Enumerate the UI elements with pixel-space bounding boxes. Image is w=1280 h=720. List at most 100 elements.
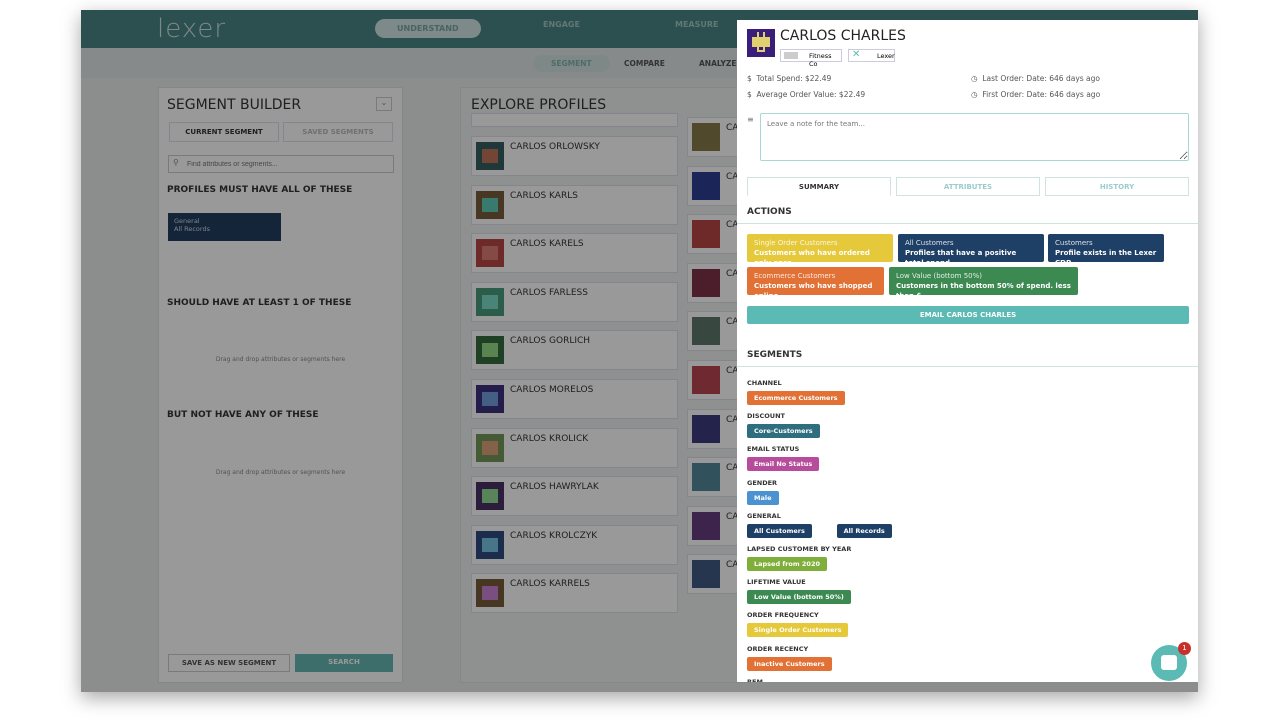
segment-group-label: LIFETIME VALUE	[747, 578, 806, 587]
action-title: Low Value (bottom 50%)	[896, 272, 983, 280]
divider	[737, 366, 1198, 367]
aov-text: Average Order Value: $22.49	[756, 90, 866, 99]
subnav-compare[interactable]: COMPARE	[624, 59, 665, 68]
segment-pill[interactable]: Core-Customers	[747, 424, 820, 439]
nav-understand[interactable]: UNDERSTAND	[375, 19, 481, 38]
action-card[interactable]: Customers Profile exists in the Lexer CDP	[1048, 234, 1164, 267]
profile-card[interactable]: CARLOS HAWRYLAK	[471, 476, 678, 517]
first-order-text: First Order: Date: 646 days ago	[982, 90, 1101, 99]
profile-avatar	[692, 123, 720, 151]
subnav-segment[interactable]: SEGMENT	[533, 55, 610, 72]
segment-group-label: RFM	[747, 677, 763, 682]
profile-avatar	[692, 414, 720, 443]
subnav-analyze[interactable]: ANALYZE	[699, 59, 737, 68]
tab-saved-segments[interactable]: SAVED SEGMENTS	[283, 122, 393, 142]
profile-avatar	[476, 482, 504, 511]
segment-pill[interactable]: Lapsed from 2020	[747, 557, 827, 571]
action-title: Customers	[1055, 239, 1093, 247]
profile-card[interactable]: CARLOS KARLS	[471, 184, 678, 225]
segment-pill[interactable]: Inactive Customers	[747, 656, 832, 671]
segment-pill[interactable]: All Customers	[747, 523, 812, 538]
profile-name: CARLOS GORLICH	[510, 336, 591, 347]
search-button[interactable]: SEARCH	[295, 654, 393, 672]
profile-card[interactable]: CARLOS ORLOWSKY	[471, 136, 678, 176]
nav-measure[interactable]: MEASURE	[675, 20, 719, 29]
action-desc: Profile exists in the Lexer CDP	[1055, 249, 1157, 267]
profile-avatar	[476, 530, 504, 559]
profile-avatar	[476, 579, 504, 608]
segment-group-label: DISCOUNT	[747, 412, 785, 421]
source-lexer[interactable]: ✕ Lexer	[848, 49, 895, 62]
profile-avatar	[476, 385, 504, 413]
profile-card[interactable]: CARLOS KROLICK	[471, 427, 678, 468]
action-card[interactable]: Low Value (bottom 50%) Customers in the b…	[889, 267, 1078, 300]
source-label: Fitness Co	[809, 52, 832, 68]
tab-current-segment[interactable]: CURRENT SEGMENT	[169, 122, 279, 142]
profile-name: CARLOS KARLS	[510, 190, 578, 201]
segment-pill[interactable]: Male	[747, 490, 779, 505]
dollar-icon: $	[747, 90, 755, 99]
action-card[interactable]: All Customers Profiles that have a positi…	[898, 234, 1044, 267]
note-icon: ≡	[747, 115, 754, 124]
profile-card-partial[interactable]	[471, 113, 678, 127]
must-chip[interactable]: General All Records	[168, 213, 281, 241]
profile-avatar	[692, 511, 720, 540]
chat-icon	[1161, 655, 1177, 670]
source-label: Lexer	[877, 52, 895, 60]
segment-pill[interactable]: Email No Status	[747, 457, 820, 472]
chat-button[interactable]: 1	[1151, 642, 1191, 681]
segment-pill[interactable]: Ecommerce Customers	[747, 391, 845, 405]
profile-name: CARLOS MORELOS	[510, 385, 594, 395]
profile-card[interactable]: CARLOS KARELS	[471, 233, 678, 274]
segment-group-label: ORDER RECENCY	[747, 644, 809, 653]
profile-avatar	[476, 239, 504, 268]
profile-card[interactable]: CARLOS KROLCZYK	[471, 524, 678, 565]
profile-name: CARLOS HAWRYLAK	[510, 482, 599, 493]
profile-avatar	[476, 287, 504, 316]
save-as-new-segment-button[interactable]: SAVE AS NEW SEGMENT	[168, 654, 290, 672]
segment-builder-title: SEGMENT BUILDER	[167, 97, 302, 113]
action-title: All Customers	[905, 239, 954, 247]
nav-engage[interactable]: ENGAGE	[543, 20, 580, 29]
first-order: ◷ First Order: Date: 646 days ago	[971, 90, 1100, 99]
action-desc: Customers who have ordered only once.	[754, 249, 870, 267]
segment-pill[interactable]: All Records	[836, 523, 892, 538]
profile-avatar	[747, 29, 775, 57]
note-textarea[interactable]	[760, 113, 1189, 161]
profile-card[interactable]: CARLOS FARLESS	[471, 281, 678, 322]
profile-card[interactable]: CARLOS GORLICH	[471, 330, 678, 371]
drop-hint: Drag and drop attributes or segments her…	[215, 356, 346, 363]
action-desc: Customers who have shopped online.	[754, 282, 873, 300]
profile-avatar	[692, 366, 720, 394]
segment-group-label: EMAIL STATUS	[747, 445, 800, 454]
segment-group-label: GENERAL	[747, 511, 781, 520]
tab-summary[interactable]: SUMMARY	[747, 177, 891, 196]
profile-name: CARLOS ORLOWSKY	[510, 142, 600, 152]
segment-search-input[interactable]	[168, 155, 394, 173]
email-profile-button[interactable]: EMAIL CARLOS CHARLES	[747, 306, 1189, 324]
profile-avatar	[692, 560, 720, 589]
action-card[interactable]: Ecommerce Customers Customers who have sh…	[747, 267, 884, 300]
action-card[interactable]: Single Order Customers Customers who have…	[747, 234, 893, 267]
profile-avatar	[476, 433, 504, 462]
profile-panel: CARLOS CHARLES Fitness Co ✕ Lexer $ Total…	[737, 20, 1198, 682]
profile-card[interactable]: CARLOS KARRELS	[471, 573, 678, 614]
profile-avatar	[476, 142, 504, 170]
explore-title: EXPLORE PROFILES	[471, 97, 607, 113]
profile-avatar	[692, 220, 720, 249]
action-title: Single Order Customers	[754, 239, 838, 247]
tab-history[interactable]: HISTORY	[1045, 177, 1189, 196]
profile-avatar	[476, 336, 504, 365]
tab-attributes[interactable]: ATTRIBUTES	[896, 177, 1040, 196]
action-title: Ecommerce Customers	[754, 272, 836, 280]
segment-group-label: CHANNEL	[747, 379, 782, 387]
chip-value: All Records	[174, 225, 210, 233]
should-have-title: SHOULD HAVE AT LEAST 1 OF THESE	[167, 298, 352, 308]
chevron-down-icon[interactable]: ⌄	[376, 97, 392, 111]
source-fitness-co[interactable]: Fitness Co	[780, 49, 842, 68]
profile-card[interactable]: CARLOS MORELOS	[471, 379, 678, 419]
segment-pill[interactable]: Single Order Customers	[747, 623, 849, 638]
segment-pill[interactable]: Low Value (bottom 50%)	[747, 590, 851, 605]
action-desc: Customers in the bottom 50% of spend. le…	[896, 282, 1071, 300]
profile-name: CARLOS KROLICK	[510, 433, 589, 444]
